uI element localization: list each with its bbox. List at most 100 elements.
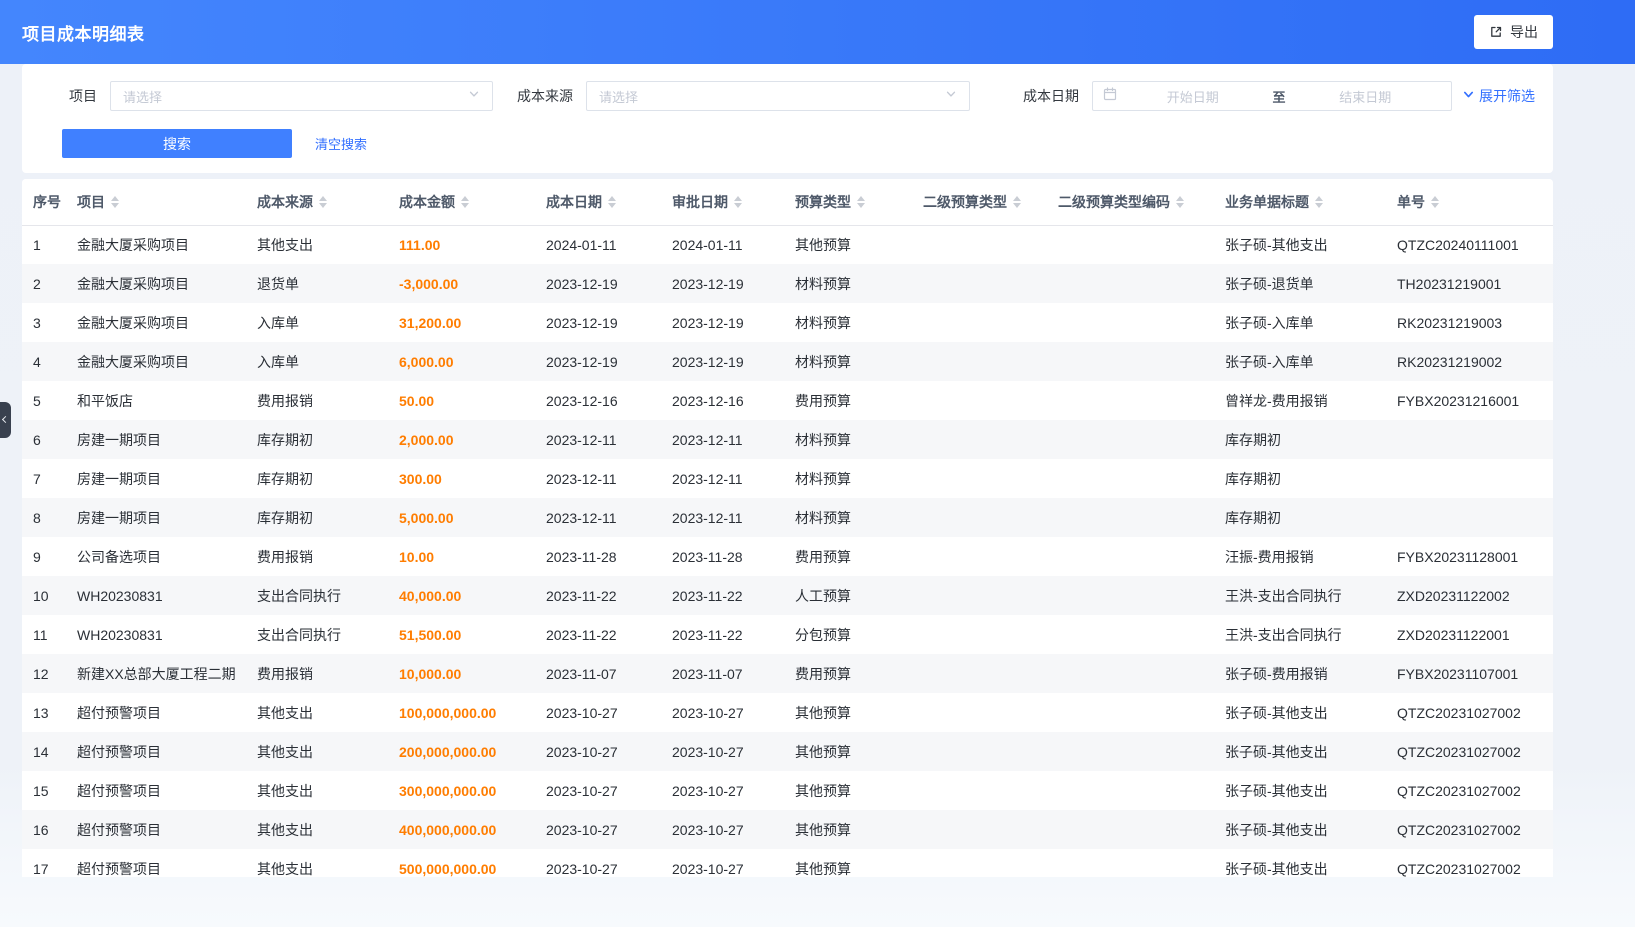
cell-order_no: ZXD20231122001 — [1387, 615, 1553, 654]
cell-budget_type2 — [913, 342, 1048, 381]
sort-icon[interactable] — [1315, 196, 1323, 208]
cell-budget_code2 — [1048, 615, 1215, 654]
table-row[interactable]: 9公司备选项目费用报销10.002023-11-282023-11-28费用预算… — [22, 537, 1553, 576]
end-date-input[interactable]: 结束日期 — [1290, 87, 1442, 106]
table-row[interactable]: 1金融大厦采购项目其他支出111.002024-01-112024-01-11其… — [22, 225, 1553, 264]
cell-project: 房建一期项目 — [67, 498, 247, 537]
sort-icon[interactable] — [608, 196, 616, 208]
table-row[interactable]: 4金融大厦采购项目入库单6,000.002023-12-192023-12-19… — [22, 342, 1553, 381]
filter-panel: 项目 请选择 成本来源 请选择 成本日期 — [22, 64, 1553, 173]
cell-budget_type2 — [913, 771, 1048, 810]
cell-order_no — [1387, 459, 1553, 498]
cell-order_no: QTZC20231027002 — [1387, 771, 1553, 810]
app-header: 项目成本明细表 导出 — [0, 0, 1635, 64]
sort-icon[interactable] — [111, 196, 119, 208]
sort-icon[interactable] — [1431, 196, 1439, 208]
start-date-input[interactable]: 开始日期 — [1117, 87, 1269, 106]
cell-approval_date: 2023-12-19 — [662, 303, 785, 342]
sort-icon[interactable] — [857, 196, 865, 208]
table-row[interactable]: 5和平饭店费用报销50.002023-12-162023-12-16费用预算曾祥… — [22, 381, 1553, 420]
cell-order_no: RK20231219002 — [1387, 342, 1553, 381]
table-row[interactable]: 10WH20230831支出合同执行40,000.002023-11-22202… — [22, 576, 1553, 615]
cell-budget_type2 — [913, 654, 1048, 693]
table-row[interactable]: 13超付预警项目其他支出100,000,000.002023-10-272023… — [22, 693, 1553, 732]
cell-budget_type: 材料预算 — [785, 303, 913, 342]
table-row[interactable]: 14超付预警项目其他支出200,000,000.002023-10-272023… — [22, 732, 1553, 771]
sort-icon[interactable] — [734, 196, 742, 208]
table-header: 序号项目成本来源成本金额成本日期审批日期预算类型二级预算类型二级预算类型编码 业务… — [22, 179, 1553, 225]
cell-doc_title: 张子硕-其他支出 — [1215, 693, 1387, 732]
cost-source-select[interactable]: 请选择 — [586, 81, 970, 111]
table-row[interactable]: 11WH20230831支出合同执行51,500.002023-11-22202… — [22, 615, 1553, 654]
table-row[interactable]: 8房建一期项目库存期初5,000.002023-12-112023-12-11材… — [22, 498, 1553, 537]
column-header-amount[interactable]: 成本金额 — [389, 179, 536, 225]
clear-search-link[interactable]: 清空搜索 — [315, 134, 367, 153]
cell-budget_type: 材料预算 — [785, 342, 913, 381]
column-header-source[interactable]: 成本来源 — [247, 179, 389, 225]
cell-cost_date: 2023-10-27 — [536, 693, 662, 732]
cost-date-range-picker[interactable]: 开始日期 至 结束日期 — [1092, 81, 1452, 111]
table-row[interactable]: 15超付预警项目其他支出300,000,000.002023-10-272023… — [22, 771, 1553, 810]
project-filter: 项目 请选择 — [40, 81, 516, 111]
cost-source-filter: 成本来源 请选择 — [516, 81, 1022, 111]
cell-budget_code2 — [1048, 693, 1215, 732]
chevron-down-icon — [468, 87, 480, 105]
cell-cost_date: 2023-11-22 — [536, 576, 662, 615]
table-row[interactable]: 7房建一期项目库存期初300.002023-12-112023-12-11材料预… — [22, 459, 1553, 498]
cell-idx: 3 — [22, 303, 67, 342]
cell-doc_title: 张子硕-其他支出 — [1215, 849, 1387, 877]
cell-source: 支出合同执行 — [247, 615, 389, 654]
table-row[interactable]: 16超付预警项目其他支出400,000,000.002023-10-272023… — [22, 810, 1553, 849]
cell-budget_type2 — [913, 693, 1048, 732]
cell-order_no: ZXD20231122002 — [1387, 576, 1553, 615]
cell-amount: 300.00 — [389, 459, 536, 498]
table-row[interactable]: 6房建一期项目库存期初2,000.002023-12-112023-12-11材… — [22, 420, 1553, 459]
cell-budget_type: 材料预算 — [785, 264, 913, 303]
column-header-budget_type2[interactable]: 二级预算类型 — [913, 179, 1048, 225]
column-header-label: 业务单据标题 — [1225, 194, 1309, 210]
column-header-approval_date[interactable]: 审批日期 — [662, 179, 785, 225]
expand-filters-link[interactable]: 展开筛选 — [1462, 86, 1535, 106]
cell-budget_type: 材料预算 — [785, 498, 913, 537]
filter-row: 项目 请选择 成本来源 请选择 成本日期 — [40, 81, 1535, 111]
cell-cost_date: 2023-12-19 — [536, 342, 662, 381]
cell-approval_date: 2023-11-22 — [662, 615, 785, 654]
cell-budget_type: 其他预算 — [785, 732, 913, 771]
cell-doc_title: 张子硕-入库单 — [1215, 303, 1387, 342]
sort-icon[interactable] — [461, 196, 469, 208]
cell-source: 库存期初 — [247, 420, 389, 459]
cell-budget_type: 其他预算 — [785, 693, 913, 732]
table-row[interactable]: 17超付预警项目其他支出500,000,000.002023-10-272023… — [22, 849, 1553, 877]
table-row[interactable]: 2金融大厦采购项目退货单-3,000.002023-12-192023-12-1… — [22, 264, 1553, 303]
sort-icon[interactable] — [1013, 196, 1021, 208]
cell-budget_type2 — [913, 498, 1048, 537]
column-header-project[interactable]: 项目 — [67, 179, 247, 225]
cell-approval_date: 2023-12-19 — [662, 264, 785, 303]
sort-icon[interactable] — [1176, 196, 1184, 208]
drawer-handle[interactable] — [0, 402, 11, 438]
cell-budget_type: 材料预算 — [785, 420, 913, 459]
column-header-label: 序号 — [33, 194, 61, 210]
column-header-budget_code2[interactable]: 二级预算类型编码 — [1048, 179, 1215, 225]
project-select[interactable]: 请选择 — [110, 81, 493, 111]
column-header-cost_date[interactable]: 成本日期 — [536, 179, 662, 225]
cell-amount: 31,200.00 — [389, 303, 536, 342]
export-button[interactable]: 导出 — [1474, 15, 1553, 49]
cell-approval_date: 2023-12-16 — [662, 381, 785, 420]
column-header-order_no[interactable]: 单号 — [1387, 179, 1553, 225]
table-row[interactable]: 12新建XX总部大厦工程二期费用报销10,000.002023-11-07202… — [22, 654, 1553, 693]
column-header-doc_title[interactable]: 业务单据标题 — [1215, 179, 1387, 225]
cell-budget_type: 其他预算 — [785, 771, 913, 810]
cell-budget_code2 — [1048, 225, 1215, 264]
cell-idx: 4 — [22, 342, 67, 381]
column-header-budget_type[interactable]: 预算类型 — [785, 179, 913, 225]
cell-idx: 17 — [22, 849, 67, 877]
sort-icon[interactable] — [319, 196, 327, 208]
cell-doc_title: 张子硕-其他支出 — [1215, 810, 1387, 849]
cost-date-filter: 成本日期 开始日期 至 结束日期 — [1022, 81, 1452, 111]
column-header-label: 二级预算类型编码 — [1058, 194, 1170, 210]
cell-doc_title: 库存期初 — [1215, 459, 1387, 498]
search-button[interactable]: 搜索 — [62, 129, 292, 158]
cell-project: 金融大厦采购项目 — [67, 264, 247, 303]
table-row[interactable]: 3金融大厦采购项目入库单31,200.002023-12-192023-12-1… — [22, 303, 1553, 342]
